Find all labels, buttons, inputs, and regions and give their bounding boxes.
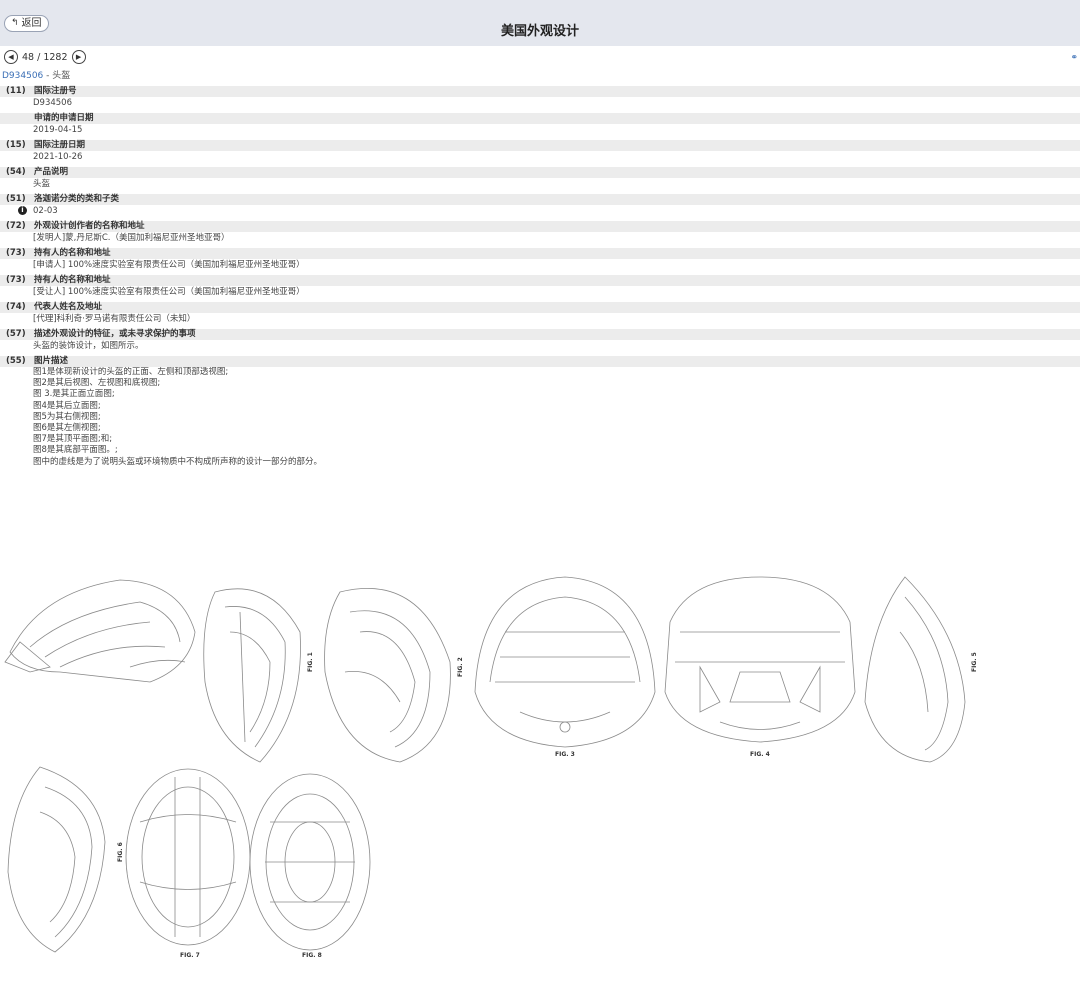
field-code: (74) — [6, 302, 26, 312]
description-lines: 图1是体现新设计的头盔的正面、左侧和顶部透视图; 图2是其后视图、左视图和底视图… — [0, 367, 1080, 468]
record-subheading: D934506 - 头盔 — [2, 68, 70, 81]
field-value: [受让人] 100%速度实验室有限责任公司（美国加利福尼亚州圣地亚哥） — [33, 287, 305, 297]
helmet-drawing-perspective — [4, 579, 196, 683]
field-list: (11) 国际注册号 D934506 申请的申请日期 2019-04-15 (15… — [0, 86, 1080, 472]
link-icon[interactable]: ⚭ — [1070, 53, 1078, 63]
field-registration-date: (15) 国际注册日期 2021-10-26 — [0, 140, 1080, 163]
field-label: 外观设计创作者的名称和地址 — [34, 221, 145, 231]
helmet-drawing-side-left-2 — [7, 766, 106, 953]
field-label: 申请的申请日期 — [34, 113, 94, 123]
field-value: [代理]科利奇·罗马诺有限责任公司（未知） — [33, 314, 196, 324]
figure-drawings: FIG. 1 FIG. 2 FIG. 3 FIG. 4 FIG. 5 FIG. … — [0, 572, 1080, 972]
description-line: 图中的虚线是为了说明头盔或环境物质中不构成所声称的设计一部分的部分。 — [33, 456, 323, 467]
page-title: 美国外观设计 — [500, 24, 579, 39]
record-name: 头盔 — [52, 71, 71, 81]
field-value: [发明人]蒙,丹尼斯C.（美国加利福尼亚州圣地亚哥） — [33, 233, 230, 243]
helmet-drawing-front — [474, 576, 656, 748]
field-label: 国际注册号 — [34, 86, 77, 96]
field-registration-number: (11) 国际注册号 D934506 — [0, 86, 1080, 109]
page-counter: 48 / 1282 — [22, 51, 68, 63]
record-separator: - — [43, 71, 53, 81]
description-line: 图 3.是其正面立面图; — [33, 389, 115, 400]
field-label: 图片描述 — [34, 356, 69, 366]
helmet-drawing-bottom — [249, 773, 371, 951]
figure-label: FIG. 3 — [555, 751, 575, 758]
record-number[interactable]: D934506 — [2, 71, 43, 81]
description-line: 图1是体现新设计的头盔的正面、左侧和顶部透视图; — [33, 367, 229, 377]
field-image-description: (55) 图片描述 图1是体现新设计的头盔的正面、左侧和顶部透视图; 图2是其后视… — [0, 356, 1080, 468]
field-representative: (74) 代表人姓名及地址 [代理]科利奇·罗马诺有限责任公司（未知） — [0, 302, 1080, 325]
field-locarno-class: (51) 洛迦诺分类的类和子类 i 02-03 — [0, 194, 1080, 217]
field-value: 2019-04-15 — [33, 125, 83, 135]
field-value: D934506 — [33, 98, 72, 108]
field-code: (54) — [6, 167, 26, 177]
field-designer: (72) 外观设计创作者的名称和地址 [发明人]蒙,丹尼斯C.（美国加利福尼亚州圣… — [0, 221, 1080, 244]
helmet-drawing-underside — [324, 588, 451, 763]
figure-label: FIG. 1 — [307, 652, 314, 672]
field-code: (55) — [6, 356, 26, 366]
field-holder-applicant: (73) 持有人的名称和地址 [申请人] 100%速度实验室有限责任公司（美国加利… — [0, 248, 1080, 271]
helmet-drawing-rear — [664, 576, 856, 743]
field-code: (73) — [6, 248, 26, 258]
field-label: 持有人的名称和地址 — [34, 275, 111, 285]
header-bar: ↰ 返回 美国外观设计 — [0, 0, 1080, 46]
field-value: [申请人] 100%速度实验室有限责任公司（美国加利福尼亚州圣地亚哥） — [33, 260, 305, 270]
field-label: 国际注册日期 — [34, 140, 86, 150]
description-line: 图6是其左侧视图; — [33, 423, 101, 434]
description-line: 图5为其右侧视图; — [33, 411, 101, 422]
field-code: (15) — [6, 140, 26, 150]
field-label: 代表人姓名及地址 — [34, 302, 103, 312]
description-line: 图2是其后视图、左视图和底视图; — [33, 378, 161, 389]
figure-label: FIG. 8 — [302, 952, 322, 959]
field-label: 洛迦诺分类的类和子类 — [34, 194, 120, 204]
field-code: (51) — [6, 194, 26, 204]
prev-page-icon[interactable]: ◀ — [4, 50, 18, 64]
field-characteristics: (57) 描述外观设计的特征，或未寻求保护的事项 头盔的装饰设计，如图所示。 — [0, 329, 1080, 352]
figure-label: FIG. 7 — [180, 952, 200, 959]
field-code: (73) — [6, 275, 26, 285]
figure-label: FIG. 6 — [117, 842, 124, 862]
field-holder-assignee: (73) 持有人的名称和地址 [受让人] 100%速度实验室有限责任公司（美国加利… — [0, 275, 1080, 298]
helmet-drawing-top — [125, 768, 251, 946]
locarno-value: 02-03 — [33, 206, 58, 216]
description-line: 图7是其顶平面图;和; — [33, 434, 113, 445]
field-product-description: (54) 产品说明 头盔 — [0, 167, 1080, 190]
field-application-date: 申请的申请日期 2019-04-15 — [0, 113, 1080, 136]
info-icon[interactable]: i — [18, 206, 27, 215]
field-value: 头盔 — [33, 179, 51, 189]
field-code: (11) — [6, 86, 26, 96]
pager: ◀ 48 / 1282 ▶ — [4, 50, 86, 64]
figure-label: FIG. 5 — [971, 652, 978, 672]
helmet-drawing-side-left — [203, 588, 301, 763]
field-label: 产品说明 — [34, 167, 69, 177]
field-code: (72) — [6, 221, 26, 231]
field-value: i 02-03 — [0, 205, 1080, 217]
figure-label: FIG. 2 — [457, 657, 464, 677]
field-label: 描述外观设计的特征，或未寻求保护的事项 — [34, 329, 196, 339]
description-line: 图8是其底部平面图。; — [33, 445, 118, 456]
helmet-drawing-side-right — [864, 576, 966, 763]
field-code: (57) — [6, 329, 26, 339]
field-value: 头盔的装饰设计，如图所示。 — [33, 341, 144, 351]
next-page-icon[interactable]: ▶ — [71, 50, 86, 64]
description-line: 图4是其后立面图; — [33, 400, 101, 411]
figure-label: FIG. 4 — [750, 751, 770, 758]
field-value: 2021-10-26 — [33, 152, 83, 162]
field-label: 持有人的名称和地址 — [34, 248, 111, 258]
